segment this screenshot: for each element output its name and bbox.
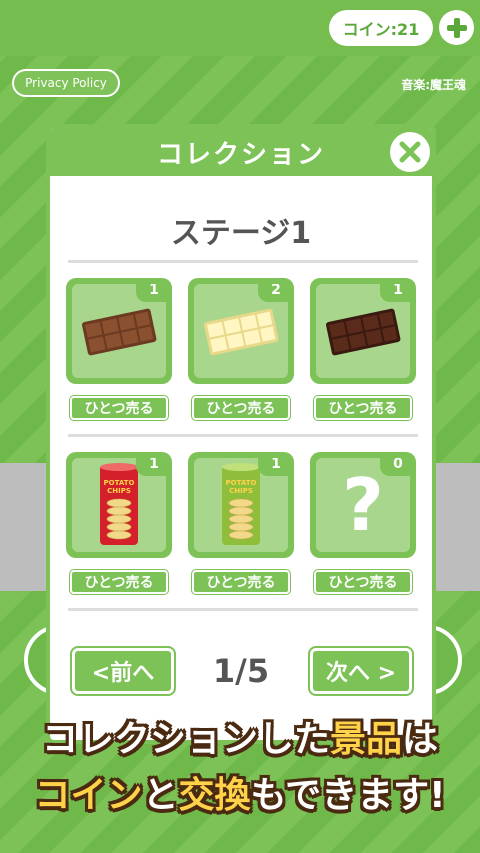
divider [68, 608, 418, 611]
item-count: 1 [136, 284, 166, 302]
milk-chocolate-icon [81, 308, 157, 356]
promo-highlight: 交換 [178, 775, 251, 816]
promo-text: は [402, 719, 439, 760]
divider [68, 260, 418, 263]
modal-title: コレクション [156, 139, 325, 170]
prev-page-button[interactable]: <前へ [72, 648, 174, 694]
add-coins-button[interactable] [439, 10, 474, 45]
promo-line-2: コインと交換もできます! [0, 768, 480, 824]
music-credit: 音楽:魔王魂 [401, 78, 466, 92]
item-image: 1 [72, 284, 166, 378]
sell-one-button[interactable]: ひとつ売る [70, 396, 168, 420]
sell-one-button[interactable]: ひとつ売る [314, 570, 412, 594]
chip-can-text: CHIPS [107, 487, 131, 495]
question-mark-icon: ? [342, 463, 384, 547]
modal-header: コレクション [50, 128, 432, 176]
privacy-policy-button[interactable]: Privacy Policy [12, 69, 120, 97]
sell-one-button[interactable]: ひとつ売る [192, 570, 290, 594]
promo-text: もできます! [250, 775, 446, 816]
collection-item-dark-chocolate[interactable]: 1 [310, 278, 416, 384]
promo-line-1: コレクションした景品は [0, 712, 480, 768]
collection-item-potato-chips-green[interactable]: POTATO CHIPS 1 [188, 452, 294, 558]
collection-item-milk-chocolate[interactable]: 1 [66, 278, 172, 384]
item-count: 2 [258, 284, 288, 302]
item-count: 1 [258, 458, 288, 476]
promo-text: と [142, 775, 179, 816]
plus-icon [446, 17, 467, 38]
collection-modal: コレクション ステージ1 1 ひとつ売る 2 ひとつ売る 1 ひとつ売る POT… [46, 124, 436, 744]
stage-title: ステージ1 [170, 216, 312, 251]
item-count: 1 [136, 458, 166, 476]
promo-highlight: コイン [34, 775, 143, 816]
promo-text: コレクションした [41, 719, 330, 760]
item-image: POTATO CHIPS 1 [72, 458, 166, 552]
item-count: 1 [380, 284, 410, 302]
potato-chips-green-icon: POTATO CHIPS [222, 463, 260, 545]
next-page-button[interactable]: 次へ > [310, 648, 412, 694]
sell-one-button[interactable]: ひとつ売る [70, 570, 168, 594]
divider [68, 434, 418, 437]
promo-highlight: 景品 [329, 719, 402, 760]
collection-item-unknown[interactable]: ? 0 [310, 452, 416, 558]
item-image: 2 [194, 284, 288, 378]
item-count: 0 [380, 458, 410, 476]
collection-item-potato-chips-red[interactable]: POTATO CHIPS 1 [66, 452, 172, 558]
item-image: 1 [316, 284, 410, 378]
coin-counter: コイン:21 [329, 10, 433, 46]
chip-can-text: POTATO [226, 479, 257, 487]
promo-banner: コレクションした景品は コインと交換もできます! [0, 712, 480, 824]
collection-item-white-chocolate[interactable]: 2 [188, 278, 294, 384]
close-button[interactable] [390, 132, 430, 172]
chip-can-text: CHIPS [229, 487, 253, 495]
dark-chocolate-icon [325, 308, 401, 356]
item-image: ? 0 [316, 458, 410, 552]
sell-one-button[interactable]: ひとつ売る [192, 396, 290, 420]
chip-can-text: POTATO [104, 479, 135, 487]
item-image: POTATO CHIPS 1 [194, 458, 288, 552]
potato-chips-red-icon: POTATO CHIPS [100, 463, 138, 545]
page-indicator: 1/5 [212, 652, 270, 690]
white-chocolate-icon [203, 308, 279, 356]
close-icon [399, 141, 421, 163]
sell-one-button[interactable]: ひとつ売る [314, 396, 412, 420]
